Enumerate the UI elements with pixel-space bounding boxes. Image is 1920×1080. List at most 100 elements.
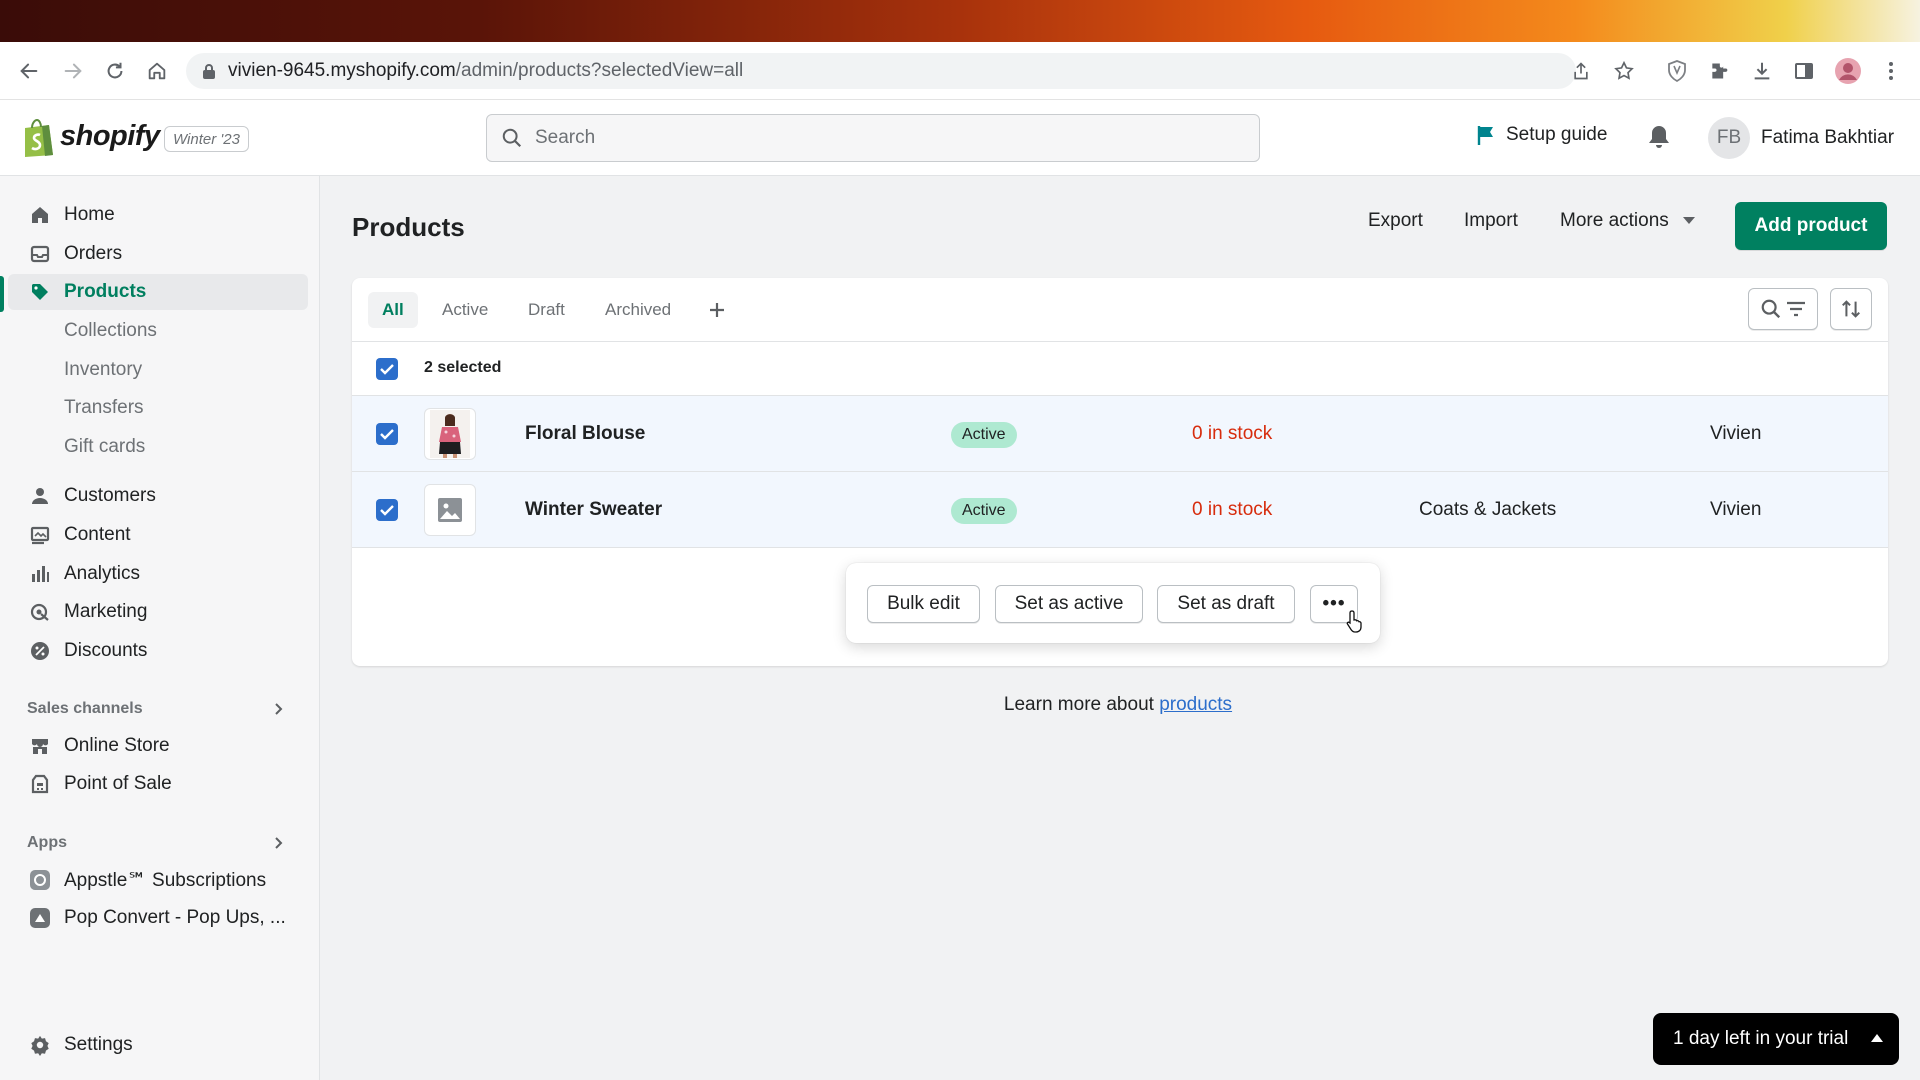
sidebar-item-customers[interactable]: Customers: [0, 478, 320, 514]
product-vendor: Vivien: [1710, 423, 1762, 444]
table-row[interactable]: Floral Blouse Active 0 in stock Vivien: [352, 396, 1888, 472]
tab-all[interactable]: All: [368, 292, 418, 328]
content-icon: [28, 523, 52, 547]
search-input[interactable]: Search: [486, 114, 1260, 162]
sidebar-item-label: Discounts: [64, 640, 148, 661]
sidebar-item-label: Gift cards: [64, 436, 146, 457]
analytics-bars-icon: [28, 562, 52, 586]
back-icon[interactable]: [14, 56, 44, 86]
set-as-active-button[interactable]: Set as active: [995, 585, 1143, 623]
user-name[interactable]: Fatima Bakhtiar: [1761, 127, 1894, 149]
sidebar-item-inventory[interactable]: Inventory: [0, 352, 320, 388]
export-button[interactable]: Export: [1368, 210, 1423, 232]
inventory-status: 0 in stock: [1192, 499, 1273, 520]
forward-icon[interactable]: [58, 56, 88, 86]
sidebar-item-discounts[interactable]: Discounts: [0, 633, 320, 669]
sort-arrows-icon: [1842, 300, 1860, 318]
sidebar-item-label: Settings: [64, 1034, 133, 1055]
trial-banner[interactable]: 1 day left in your trial: [1653, 1013, 1899, 1065]
sidebar-item-label: Appstle℠ Subscriptions: [64, 869, 267, 891]
setup-guide-button[interactable]: Setup guide: [1476, 124, 1607, 146]
row-checkbox[interactable]: [376, 499, 398, 521]
sidebar-item-orders[interactable]: Orders: [0, 236, 320, 272]
sidebar-item-point-of-sale[interactable]: Point of Sale: [0, 766, 320, 802]
tab-draft[interactable]: Draft: [528, 292, 565, 328]
sidebar-item-analytics[interactable]: Analytics: [0, 556, 320, 592]
app-icon: [28, 868, 52, 892]
bookmark-star-icon[interactable]: [1609, 56, 1639, 86]
edition-badge[interactable]: Winter '23: [164, 126, 249, 152]
sidebar-item-label: Orders: [64, 243, 123, 264]
person-icon: [28, 484, 52, 508]
add-view-icon[interactable]: [708, 292, 726, 328]
lock-icon: [203, 64, 215, 79]
sidebar-item-online-store[interactable]: Online Store: [0, 728, 320, 764]
products-help-link[interactable]: products: [1159, 694, 1232, 715]
shopify-bag-icon[interactable]: [20, 118, 56, 163]
sidebar-item-label: Inventory: [64, 359, 143, 380]
url-path: /admin/products?selectedView=all: [455, 60, 744, 81]
caret-up-icon: [1871, 1034, 1883, 1042]
setup-guide-label: Setup guide: [1506, 124, 1608, 145]
bulk-edit-button[interactable]: Bulk edit: [867, 585, 980, 623]
product-thumbnail[interactable]: [424, 408, 476, 460]
sidebar-item-label: Online Store: [64, 735, 170, 756]
storefront-icon: [28, 734, 52, 758]
app-icon: [28, 906, 52, 930]
tab-active[interactable]: Active: [442, 292, 488, 328]
sidebar-item-products[interactable]: Products: [8, 274, 308, 310]
reload-icon[interactable]: [100, 56, 130, 86]
share-icon[interactable]: [1566, 56, 1596, 86]
discount-badge-icon: [28, 639, 52, 663]
sidebar-item-gift-cards[interactable]: Gift cards: [0, 429, 320, 465]
gear-icon: [28, 1033, 52, 1057]
sidebar-item-transfers[interactable]: Transfers: [0, 390, 320, 426]
profile-avatar-icon[interactable]: [1833, 56, 1863, 86]
product-type: Coats & Jackets: [1419, 499, 1557, 520]
address-bar[interactable]: vivien-9645.myshopify.com/admin/products…: [186, 53, 1576, 89]
add-product-button[interactable]: Add product: [1735, 202, 1887, 250]
shopify-wordmark[interactable]: shopify: [60, 120, 160, 153]
select-all-checkbox[interactable]: [376, 358, 398, 380]
sidebar-item-marketing[interactable]: Marketing: [0, 594, 320, 630]
extensions-puzzle-icon[interactable]: [1704, 56, 1734, 86]
sidebar-item-collections[interactable]: Collections: [0, 313, 320, 349]
product-name[interactable]: Floral Blouse: [525, 423, 645, 445]
sidebar-item-label: Point of Sale: [64, 773, 172, 794]
product-name[interactable]: Winter Sweater: [525, 499, 662, 521]
browser-menu-icon[interactable]: [1876, 56, 1906, 86]
table-row[interactable]: Winter Sweater Active 0 in stock Coats &…: [352, 472, 1888, 548]
flag-icon: [1477, 126, 1493, 145]
pos-terminal-icon: [28, 772, 52, 796]
sidebar-item-home[interactable]: Home: [0, 197, 320, 233]
notifications-bell-icon[interactable]: [1647, 124, 1671, 155]
check-icon: [380, 504, 394, 516]
sidebar-item-settings[interactable]: Settings: [0, 1027, 320, 1063]
selection-header: 2 selected: [352, 342, 1888, 396]
desktop-background: [0, 0, 1920, 42]
side-panel-icon[interactable]: [1789, 56, 1819, 86]
home-icon[interactable]: [142, 56, 172, 86]
chevron-right-icon[interactable]: [274, 836, 284, 855]
sidebar-item-label: Transfers: [64, 397, 144, 418]
more-actions-label: More actions: [1560, 210, 1669, 231]
import-button[interactable]: Import: [1464, 210, 1518, 232]
sidebar-item-label: Marketing: [64, 601, 148, 622]
download-icon[interactable]: [1747, 56, 1777, 86]
set-as-draft-button[interactable]: Set as draft: [1157, 585, 1295, 623]
more-actions-button[interactable]: More actions: [1560, 210, 1695, 232]
search-placeholder: Search: [535, 127, 596, 148]
search-filter-button[interactable]: [1748, 288, 1818, 330]
product-thumbnail[interactable]: [424, 484, 476, 536]
sidebar-item-label: Analytics: [64, 563, 141, 584]
sidebar-item-pop-convert[interactable]: Pop Convert - Pop Ups, ...: [0, 900, 320, 936]
orders-inbox-icon: [28, 242, 52, 266]
user-avatar[interactable]: FB: [1708, 117, 1750, 159]
sidebar-item-content[interactable]: Content: [0, 517, 320, 553]
shield-extension-icon[interactable]: [1662, 56, 1692, 86]
sidebar-item-appstle-subscriptions[interactable]: Appstle℠ Subscriptions: [0, 862, 320, 898]
tab-archived[interactable]: Archived: [605, 292, 671, 328]
image-placeholder-icon: [438, 498, 462, 522]
sort-button[interactable]: [1830, 288, 1872, 330]
row-checkbox[interactable]: [376, 423, 398, 445]
